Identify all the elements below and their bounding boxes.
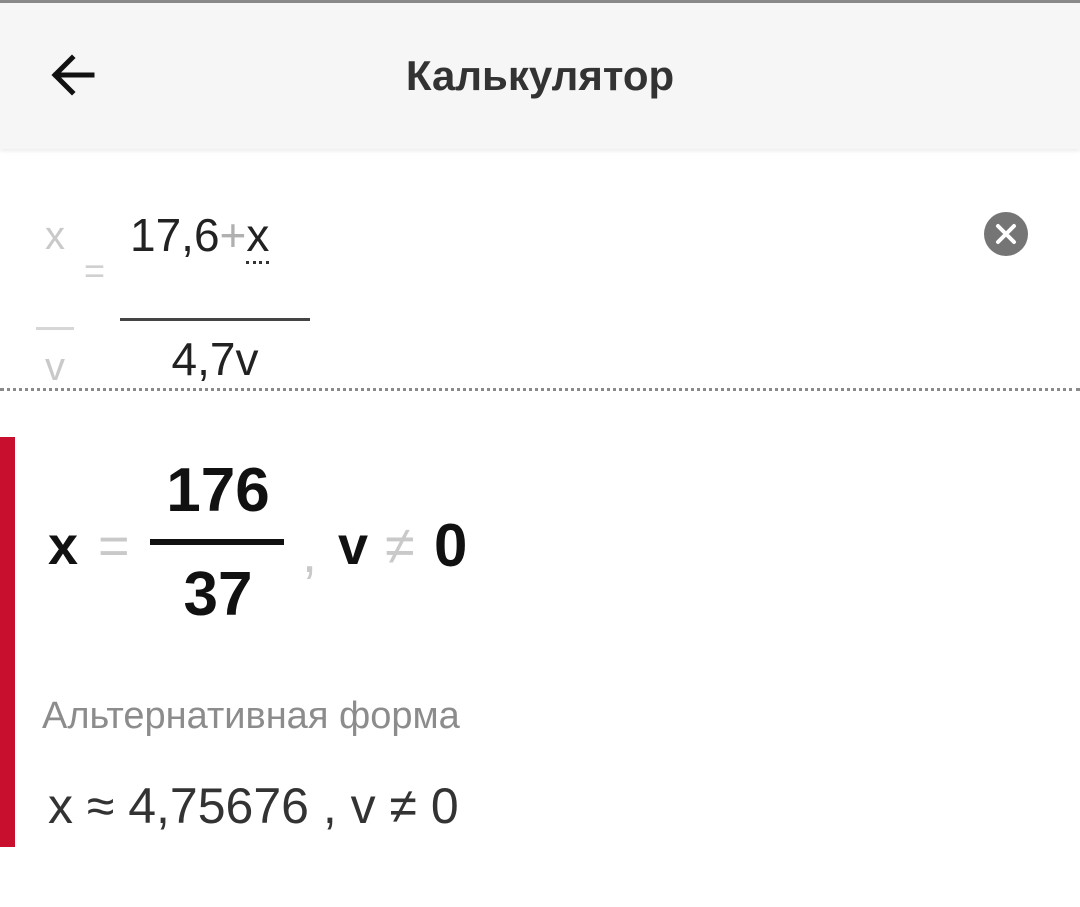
numerator-plus: +: [219, 209, 247, 261]
result-fraction: 176 37: [150, 455, 286, 635]
close-circle-icon: [996, 224, 1016, 244]
input-fraction-bar: [120, 318, 310, 321]
condition-operator: ≠: [385, 516, 415, 576]
expression-editor[interactable]: x v = 17,6+x 4,7v: [0, 150, 1080, 390]
input-fraction[interactable]: 17,6+x 4,7v: [120, 204, 312, 385]
numerator-value: 17,6: [130, 209, 220, 261]
result-numerator: 176: [166, 456, 270, 525]
result-panel: x = 176 37 , v ≠ 0 Альтернативная форма …: [0, 437, 1080, 847]
ghost-fraction-bar: [36, 327, 74, 330]
result-accent-bar: [0, 437, 15, 847]
condition-variable: v: [338, 516, 369, 576]
alternative-form-label: Альтернативная форма: [42, 695, 460, 737]
result-denominator: 37: [183, 560, 253, 629]
ghost-fraction: x v: [34, 210, 76, 389]
result-equals: =: [98, 516, 130, 576]
clear-button[interactable]: [984, 212, 1028, 256]
result-variable: x: [48, 516, 79, 576]
ghost-equals: =: [84, 250, 106, 291]
condition-value: 0: [434, 512, 468, 579]
ghost-denominator: v: [45, 345, 65, 389]
result-comma: ,: [302, 524, 318, 584]
input-denominator[interactable]: 4,7v: [120, 332, 310, 386]
numerator-variable[interactable]: x: [246, 209, 270, 264]
app-bar: Калькулятор: [0, 3, 1080, 149]
ghost-numerator: x: [45, 214, 65, 258]
input-numerator[interactable]: 17,6+x: [130, 208, 270, 264]
dotted-divider: [0, 388, 1080, 391]
alternative-form-value: x ≈ 4,75676 , v ≠ 0: [48, 778, 459, 834]
result-fraction-bar: [150, 539, 284, 545]
arrow-left-icon: [51, 54, 95, 96]
back-button[interactable]: [42, 43, 106, 107]
page-title: Калькулятор: [405, 52, 675, 99]
